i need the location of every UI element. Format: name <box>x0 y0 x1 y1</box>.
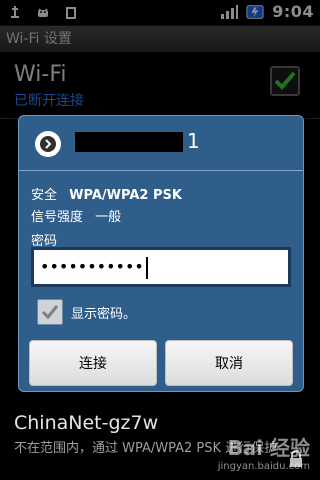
dialog-header: 1 <box>19 116 303 172</box>
signal-row: 信号强度 一般 <box>31 206 121 225</box>
show-password-row[interactable]: 显示密码。 <box>37 299 136 325</box>
signal-value: 一般 <box>95 210 122 225</box>
security-row: 安全 WPA/WPA2 PSK <box>31 184 182 203</box>
cancel-button[interactable]: 取消 <box>165 340 293 386</box>
password-input[interactable]: ••••••••••• <box>31 247 291 287</box>
wifi-connect-dialog: 1 安全 WPA/WPA2 PSK 信号强度 一般 密码 •••••••••••… <box>18 115 304 392</box>
network-name: ChinaNet-gz7w <box>14 412 159 434</box>
watermark-brand: Bai 经验 <box>227 436 310 460</box>
show-password-checkbox[interactable] <box>37 299 63 325</box>
signal-label: 信号强度 <box>31 210 84 225</box>
text-caret <box>145 256 148 279</box>
security-value: WPA/WPA2 PSK <box>69 188 182 203</box>
dialog-buttons: 连接 取消 <box>29 340 293 386</box>
dialog-divider <box>19 170 303 171</box>
password-value: ••••••••••• <box>40 257 144 276</box>
ssid-redacted <box>75 132 183 152</box>
connect-button[interactable]: 连接 <box>29 340 157 386</box>
chevron-right-icon <box>35 131 61 157</box>
security-label: 安全 <box>31 188 58 203</box>
watermark-site: jingyan.baidu.com <box>217 461 310 472</box>
show-password-label: 显示密码。 <box>71 306 137 322</box>
baidu-watermark: Bai 经验 jingyan.baidu.com <box>218 432 310 472</box>
ssid-suffix: 1 <box>187 129 200 153</box>
